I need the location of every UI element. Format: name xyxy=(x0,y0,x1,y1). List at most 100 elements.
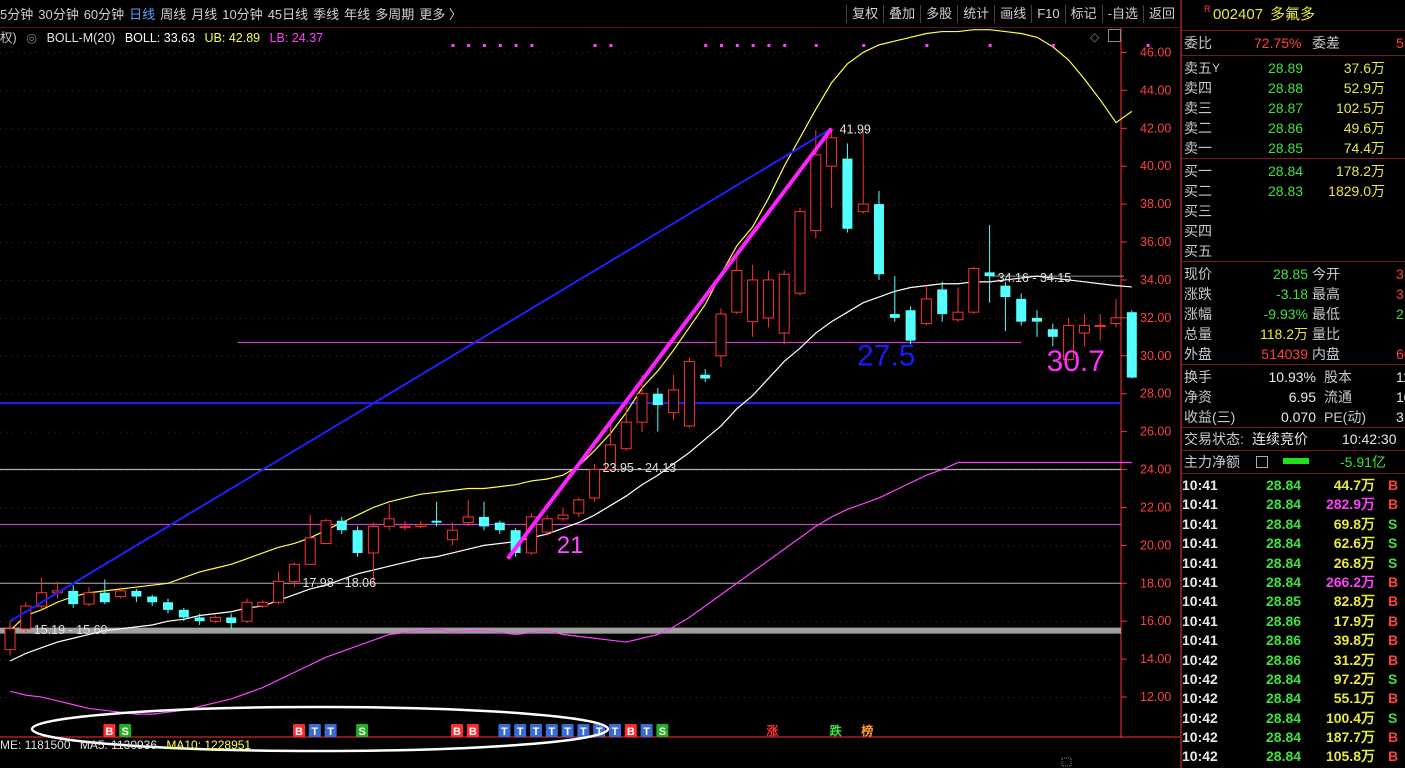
period-tab[interactable]: 10分钟 xyxy=(222,4,267,23)
grid-dot xyxy=(756,355,757,357)
period-tab[interactable]: 45日线 xyxy=(268,4,313,23)
tick-row[interactable]: 10:42 28.84 105.8万 B xyxy=(1182,747,1405,766)
kline-chart[interactable]: 12.0014.0016.0018.0020.0022.0024.0026.00… xyxy=(0,0,1180,768)
grid-dot xyxy=(342,52,343,54)
tool-button[interactable]: 叠加 xyxy=(883,4,920,23)
grid-dot xyxy=(198,545,199,547)
grid-dot xyxy=(1074,545,1075,547)
grid-dot xyxy=(714,90,715,92)
tool-button[interactable]: 多股 xyxy=(920,4,957,23)
tick-row[interactable]: 10:41 28.84 62.6万 S xyxy=(1182,534,1405,553)
tool-button[interactable]: 返回 xyxy=(1142,4,1180,23)
tick-row[interactable]: 10:41 28.84 26.8万 S xyxy=(1182,554,1405,573)
tick-row[interactable]: 10:42 28.84 187.7万 B xyxy=(1182,728,1405,747)
sell-row[interactable]: 卖三 28.87 102.5万 xyxy=(1182,98,1405,118)
grid-dot xyxy=(990,659,991,661)
grid-dot xyxy=(612,90,613,92)
period-tab[interactable]: 年线 xyxy=(344,4,375,23)
grid-dot xyxy=(696,621,697,623)
menu-icon[interactable] xyxy=(1256,456,1268,468)
grid-dot xyxy=(774,507,775,509)
sell-order-book: 卖五 Y 28.89 37.6万 卖四 28.88 52.9万 卖三 28.87 102.5万 卖二… xyxy=(1182,56,1405,159)
grid-dot xyxy=(984,697,985,699)
grid-dot xyxy=(678,242,679,244)
grid-dot xyxy=(174,393,175,395)
grid-dot xyxy=(270,279,271,281)
buy-row[interactable]: 买五 xyxy=(1182,241,1405,261)
quote-label-2: 最低 xyxy=(1312,306,1340,322)
grid-dot xyxy=(504,393,505,395)
tool-button[interactable]: F10 xyxy=(1031,4,1064,23)
grid-dot xyxy=(738,52,739,54)
grid-dot xyxy=(120,317,121,319)
grid-dot xyxy=(366,697,367,699)
sell-row[interactable]: 卖二 28.86 49.6万 xyxy=(1182,118,1405,138)
tick-price: 28.84 xyxy=(1266,709,1302,726)
grid-dot xyxy=(288,279,289,281)
diamond-icon[interactable]: ◇ xyxy=(1090,30,1099,44)
indicator-name[interactable]: BOLL-M(20) xyxy=(47,31,116,45)
period-tab[interactable]: 月线 xyxy=(191,4,222,23)
grid-dot xyxy=(978,431,979,433)
grid-dot xyxy=(822,507,823,509)
period-tab[interactable]: 季线 xyxy=(313,4,344,23)
buy-row[interactable]: 买一 28.84 178.2万 xyxy=(1182,161,1405,181)
grid-dot xyxy=(486,621,487,623)
tool-button[interactable]: 画线 xyxy=(994,4,1031,23)
grid-dot xyxy=(1098,242,1099,244)
sell-row[interactable]: 卖四 28.88 52.9万 xyxy=(1182,78,1405,98)
period-tab[interactable]: 周线 xyxy=(160,4,191,23)
grid-dot xyxy=(36,204,37,206)
tick-row[interactable]: 10:42 28.84 100.4万 S xyxy=(1182,709,1405,728)
buy-row[interactable]: 买三 xyxy=(1182,201,1405,221)
grid-dot xyxy=(1068,166,1069,168)
buy-row[interactable]: 买二 28.83 1829.0万 xyxy=(1182,181,1405,201)
tick-row[interactable]: 10:42 28.86 31.2万 B xyxy=(1182,651,1405,670)
sell-row[interactable]: 卖五 Y 28.89 37.6万 xyxy=(1182,58,1405,78)
grid-dot xyxy=(810,128,811,130)
period-tab[interactable]: 60分钟 xyxy=(84,4,129,23)
grid-dot xyxy=(78,90,79,92)
grid-dot xyxy=(678,507,679,509)
tool-button[interactable]: 标记 xyxy=(1064,4,1102,23)
tick-row[interactable]: 10:42 28.84 97.2万 S xyxy=(1182,670,1405,689)
panel-toggle-icon[interactable] xyxy=(1108,29,1121,42)
stock-header[interactable]: R 002407 多氟多 xyxy=(1182,0,1405,31)
period-tab[interactable]: 多周期 xyxy=(375,4,419,23)
main-flow-row[interactable]: 主力净额 -5.91亿 xyxy=(1182,451,1405,474)
grid-dot xyxy=(330,393,331,395)
tick-row[interactable]: 10:41 28.84 44.7万 B xyxy=(1182,476,1405,495)
period-tab[interactable]: 日线 xyxy=(129,4,160,23)
tick-row[interactable]: 10:41 28.85 82.8万 B xyxy=(1182,592,1405,611)
grid-dot xyxy=(606,52,607,54)
tick-row[interactable]: 10:41 28.84 282.9万 B xyxy=(1182,495,1405,514)
grid-dot xyxy=(240,128,241,130)
tick-row[interactable]: 10:41 28.86 39.8万 B xyxy=(1182,631,1405,650)
sell-row[interactable]: 卖一 28.85 74.4万 xyxy=(1182,138,1405,158)
tool-button[interactable]: 统计 xyxy=(957,4,994,23)
tick-row[interactable]: 10:42 28.84 55.1万 B xyxy=(1182,689,1405,708)
grid-dot xyxy=(336,507,337,509)
fundamental-row: 收益(三) 0.070 PE(动) 3 xyxy=(1182,407,1405,427)
tick-row[interactable]: 10:41 28.86 17.9万 B xyxy=(1182,612,1405,631)
grid-dot xyxy=(186,545,187,547)
tick-row[interactable]: 10:41 28.84 266.2万 B xyxy=(1182,573,1405,592)
grid-dot xyxy=(708,659,709,661)
grid-dot xyxy=(612,507,613,509)
grid-dot xyxy=(882,393,883,395)
grid-dot xyxy=(252,128,253,130)
period-tab[interactable]: 更多 〉 xyxy=(419,4,467,23)
grid-dot xyxy=(882,697,883,699)
buy-row[interactable]: 买四 xyxy=(1182,221,1405,241)
tick-row[interactable]: 10:41 28.84 69.8万 S xyxy=(1182,515,1405,534)
grid-dot xyxy=(12,52,13,54)
grid-dot xyxy=(792,393,793,395)
grid-dot xyxy=(216,659,217,661)
period-tab[interactable]: 30分钟 xyxy=(38,4,83,23)
grid-dot xyxy=(960,431,961,433)
tick-list[interactable]: 10:41 28.84 44.7万 B 10:41 28.84 282.9万 B 10:41 28… xyxy=(1182,474,1405,767)
period-tab[interactable]: 5分钟 xyxy=(0,4,38,23)
fundamental-value: 6.95 xyxy=(1288,389,1316,405)
tool-button[interactable]: -自选 xyxy=(1101,4,1143,23)
tool-button[interactable]: 复权 xyxy=(846,4,883,23)
